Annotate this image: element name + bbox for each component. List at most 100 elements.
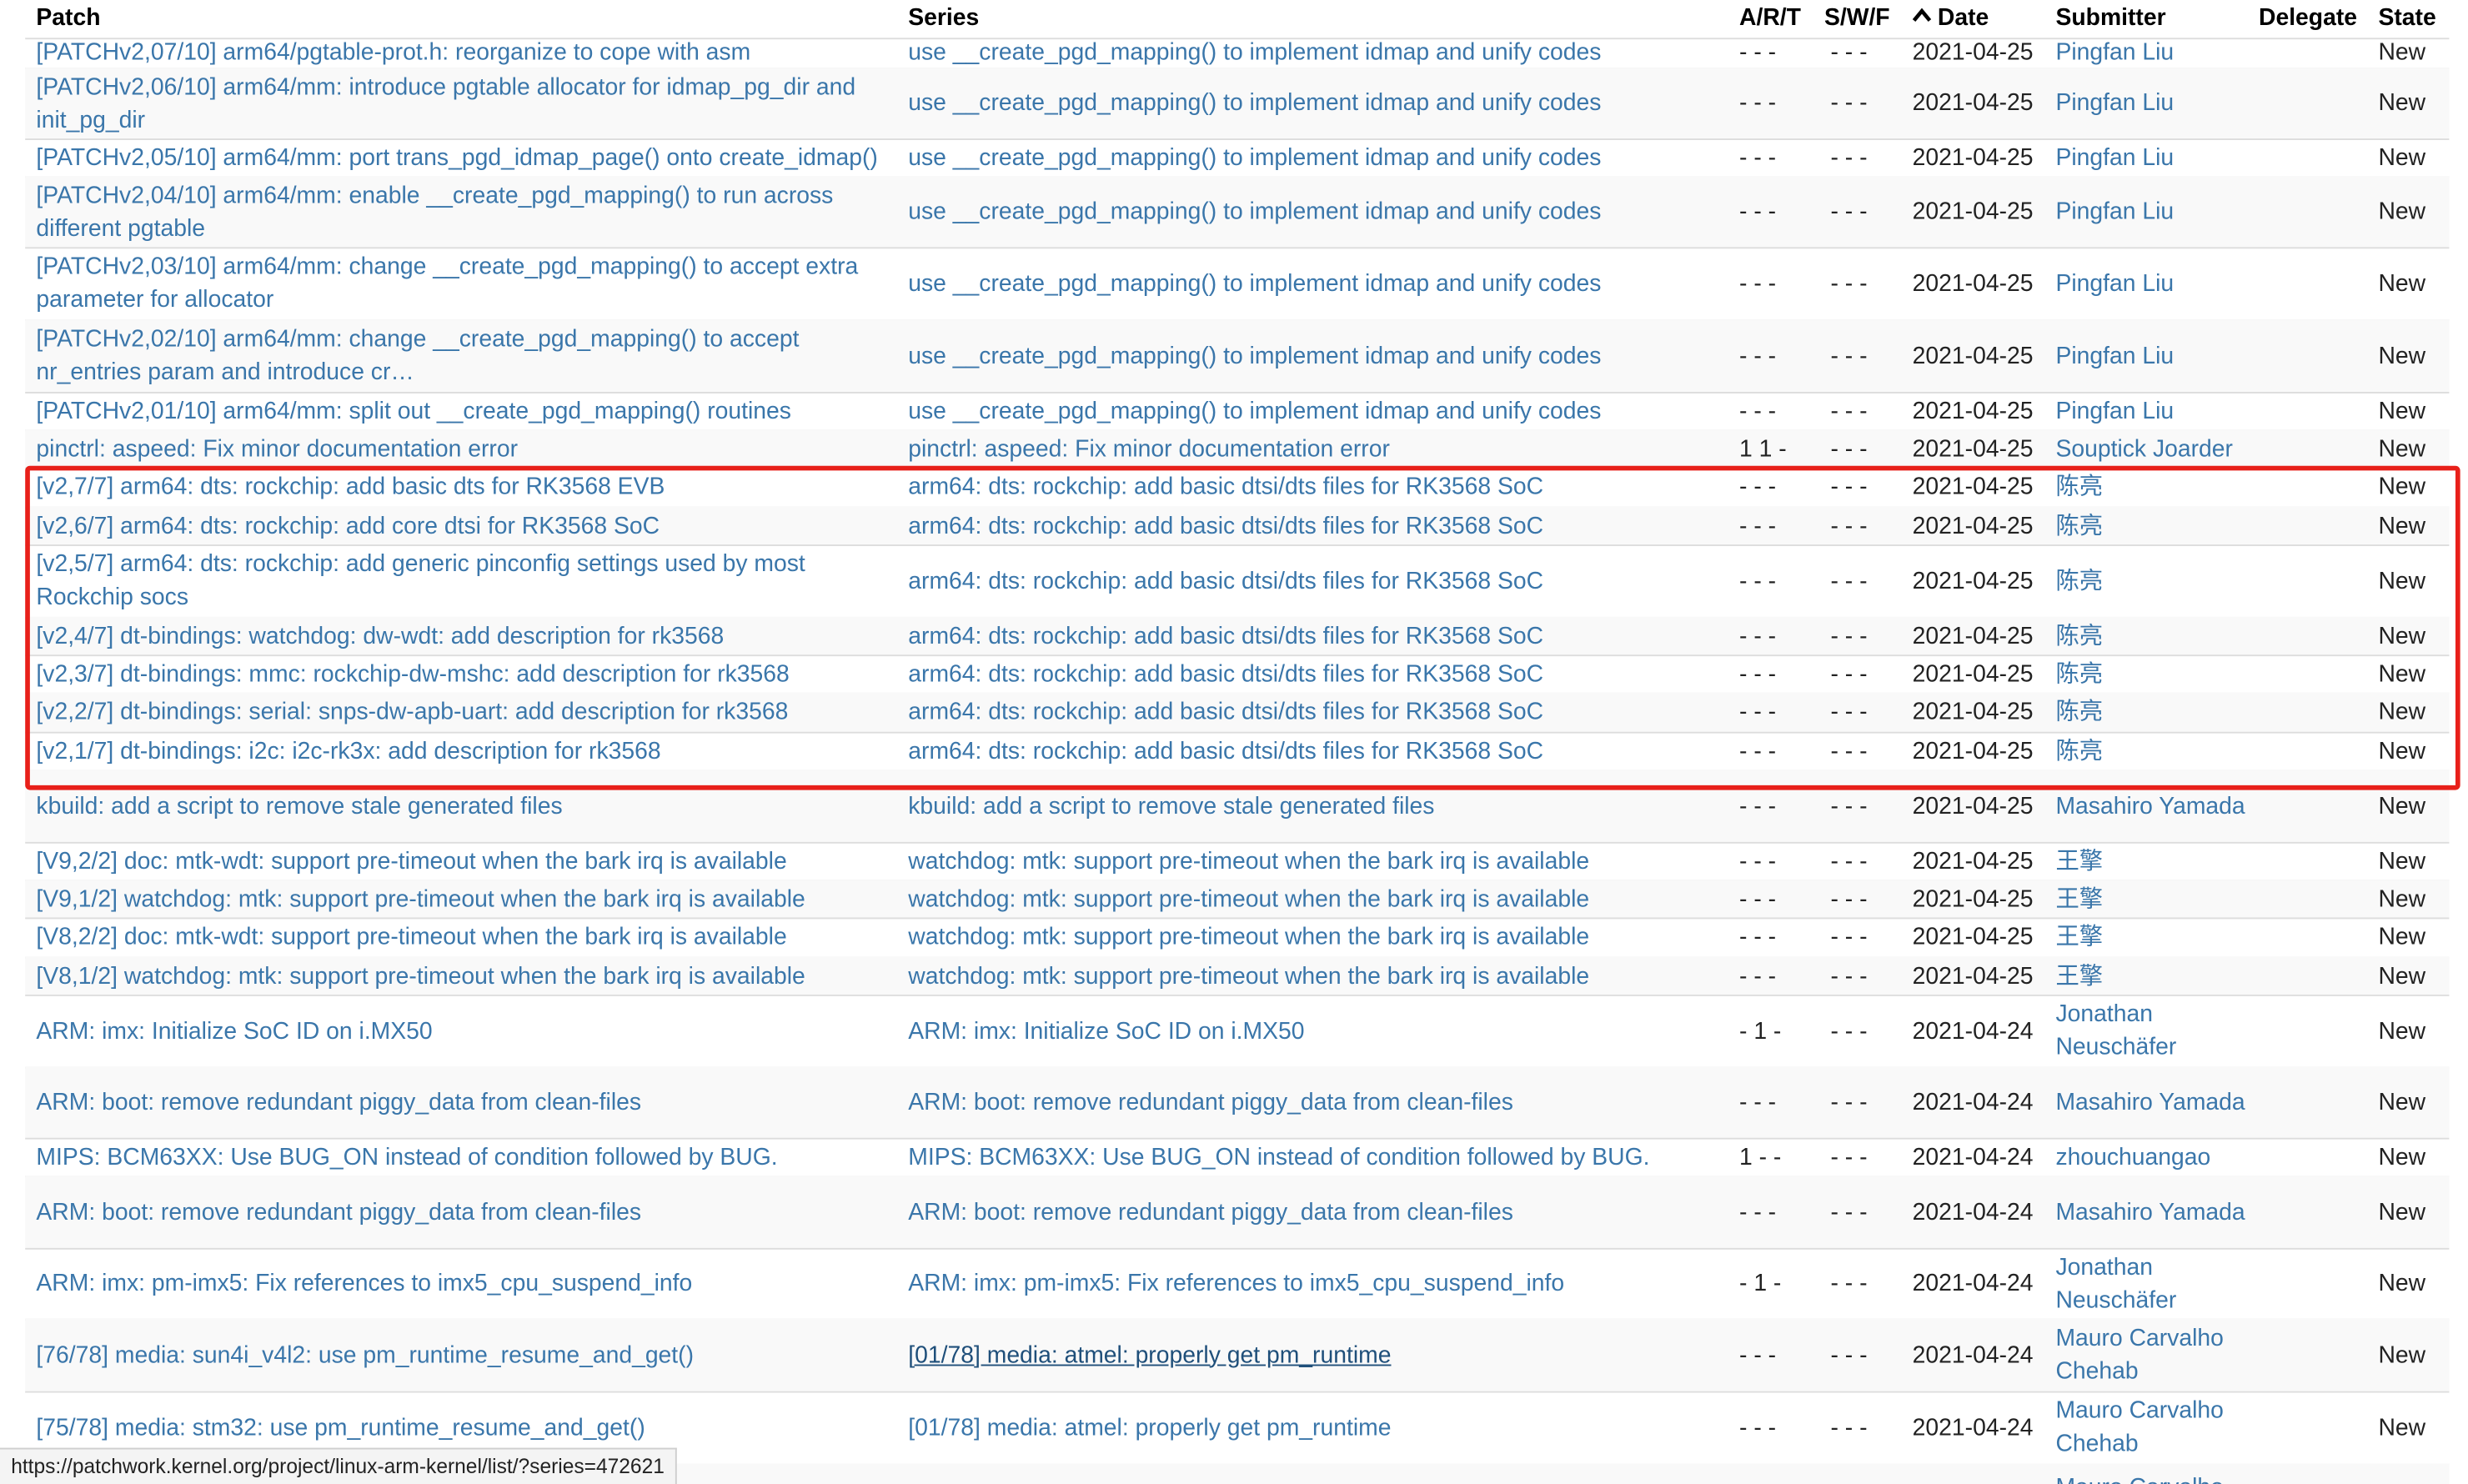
submitter-link[interactable]: Mauro Carvalho [2055,1471,2223,1484]
series-link[interactable]: watchdog: mtk: support pre-timeout when … [908,959,1589,992]
series-link[interactable]: MIPS: BCM63XX: Use BUG_ON instead of con… [908,1141,1649,1174]
submitter-link[interactable]: Masahiro Yamada [2055,790,2245,823]
column-header-date[interactable]: Date [1912,5,1989,32]
patch-link[interactable]: ARM: imx: Initialize SoC ID on i.MX50 [36,1015,432,1048]
series-link[interactable]: [01/78] media: atmel: properly get pm_ru… [908,1338,1391,1371]
table-row: [v2,1/7] dt-bindings: i2c: i2c-rk3x: add… [25,732,2450,771]
patch-link[interactable]: [v2,5/7] arm64: dts: rockchip: add gener… [36,548,878,614]
patch-link[interactable]: [PATCHv2,04/10] arm64/mm: enable __creat… [36,178,878,244]
submitter-link[interactable]: 陈亮 [2055,695,2103,729]
patch-link[interactable]: [v2,3/7] dt-bindings: mmc: rockchip-dw-m… [36,657,789,690]
series-link[interactable]: use __create_pgd_mapping() to implement … [908,141,1601,174]
series-link[interactable]: arm64: dts: rockchip: add basic dtsi/dts… [908,619,1543,653]
patch-link[interactable]: [PATCHv2,01/10] arm64/mm: split out __cr… [36,394,791,428]
art-counts: 1 - - [1739,1143,1782,1171]
patch-link[interactable]: [v2,2/7] dt-bindings: serial: snps-dw-ap… [36,695,788,729]
submitter-link[interactable]: Pingfan Liu [2055,141,2174,174]
series-link[interactable]: pinctrl: aspeed: Fix minor documentation… [908,432,1390,465]
table-row: ARM: imx: Initialize SoC ID on i.MX50 ARM… [25,995,2450,1069]
series-link[interactable]: watchdog: mtk: support pre-timeout when … [908,882,1589,915]
patch-link[interactable]: [v2,6/7] arm64: dts: rockchip: add core … [36,509,660,543]
submitter-link[interactable]: 陈亮 [2055,564,2103,598]
patch-link-cell: [v2,6/7] arm64: dts: rockchip: add core … [36,507,878,544]
submitter-link[interactable]: 王擎 [2055,920,2103,954]
series-link[interactable]: use __create_pgd_mapping() to implement … [908,394,1601,428]
patch-link[interactable]: [V8,2/2] doc: mtk-wdt: support pre-timeo… [36,920,786,954]
column-header-submitter[interactable]: Submitter [2055,5,2165,32]
patch-link[interactable]: kbuild: add a script to remove stale gen… [36,790,562,823]
submitter-link[interactable]: 陈亮 [2055,657,2103,690]
submitter-link[interactable]: Pingfan Liu [2055,195,2174,228]
series-link[interactable]: use __create_pgd_mapping() to implement … [908,339,1601,373]
column-header-swf[interactable]: S/W/F [1824,5,1890,32]
series-link[interactable]: ARM: boot: remove redundant piggy_data f… [908,1085,1513,1119]
submitter-link[interactable]: Jonathan Neuschäfer [2055,998,2260,1064]
patch-link[interactable]: [PATCHv2,03/10] arm64/mm: change __creat… [36,250,878,316]
submitter-link[interactable]: Pingfan Liu [2055,394,2174,428]
patch-link[interactable]: [v2,7/7] arm64: dts: rockchip: add basic… [36,470,665,504]
submitter-link[interactable]: Pingfan Liu [2055,339,2174,373]
column-header-art[interactable]: A/R/T [1739,5,1801,32]
series-link[interactable]: watchdog: mtk: support pre-timeout when … [908,920,1589,954]
submitter-link[interactable]: zhouchuangao [2055,1141,2210,1174]
submitter-link[interactable]: Masahiro Yamada [2055,1085,2245,1119]
state-cell: New [2378,792,2426,820]
series-link[interactable]: use __create_pgd_mapping() to implement … [908,87,1601,120]
submitter-link[interactable]: Pingfan Liu [2055,267,2174,300]
column-header-delegate[interactable]: Delegate [2259,5,2357,32]
patch-link[interactable]: [76/78] media: sun4i_v4l2: use pm_runtim… [36,1338,694,1371]
patch-link[interactable]: [PATCHv2,02/10] arm64/mm: change __creat… [36,323,878,389]
table-row: [V8,2/2] doc: mtk-wdt: support pre-timeo… [25,917,2450,959]
series-link[interactable]: arm64: dts: rockchip: add basic dtsi/dts… [908,734,1543,768]
submitter-link[interactable]: Pingfan Liu [2055,87,2174,120]
patch-link[interactable]: ARM: imx: pm-imx5: Fix references to imx… [36,1267,692,1301]
series-link[interactable]: ARM: imx: Initialize SoC ID on i.MX50 [908,1015,1304,1048]
patch-link[interactable]: [PATCHv2,07/10] arm64/pgtable-prot.h: re… [36,38,750,68]
series-link[interactable]: ARM: boot: remove redundant piggy_data f… [908,1196,1513,1229]
submitter-link[interactable]: Mauro Carvalho Chehab [2055,1322,2260,1388]
series-link[interactable]: arm64: dts: rockchip: add basic dtsi/dts… [908,657,1543,690]
patch-link[interactable]: MIPS: BCM63XX: Use BUG_ON instead of con… [36,1141,777,1174]
submitter-link[interactable]: 陈亮 [2055,619,2103,653]
submitter-link[interactable]: 陈亮 [2055,470,2103,504]
patch-link[interactable]: [PATCHv2,05/10] arm64/mm: port trans_pgd… [36,141,877,174]
series-link[interactable]: use __create_pgd_mapping() to implement … [908,195,1601,228]
series-link[interactable]: arm64: dts: rockchip: add basic dtsi/dts… [908,564,1543,598]
submitter-link[interactable]: Mauro Carvalho Chehab [2055,1394,2260,1460]
patch-link[interactable]: [PATCHv2,06/10] arm64/mm: introduce pgta… [36,70,878,136]
submitter-link[interactable]: Jonathan Neuschäfer [2055,1251,2260,1316]
patch-link[interactable]: [V9,1/2] watchdog: mtk: support pre-time… [36,882,805,915]
patch-link[interactable]: [V9,2/2] doc: mtk-wdt: support pre-timeo… [36,845,786,878]
patch-link[interactable]: [V8,1/2] watchdog: mtk: support pre-time… [36,959,805,992]
series-link[interactable]: use __create_pgd_mapping() to implement … [908,38,1601,68]
submitter-link[interactable]: 陈亮 [2055,509,2103,543]
submitter-link[interactable]: Masahiro Yamada [2055,1196,2245,1229]
submitter-link[interactable]: 王擎 [2055,845,2103,878]
state-cell-cell: New [2378,654,2449,692]
series-link-cell: use __create_pgd_mapping() to implement … [908,319,1734,392]
submitter-link[interactable]: Pingfan Liu [2055,38,2174,68]
submitter-link[interactable]: 陈亮 [2055,734,2103,768]
column-header-state[interactable]: State [2378,5,2435,32]
series-link[interactable]: arm64: dts: rockchip: add basic dtsi/dts… [908,695,1543,729]
series-link[interactable]: arm64: dts: rockchip: add basic dtsi/dts… [908,470,1543,504]
column-header-series[interactable]: Series [908,5,979,32]
submitter-link[interactable]: 王擎 [2055,959,2103,992]
series-link[interactable]: arm64: dts: rockchip: add basic dtsi/dts… [908,509,1543,543]
patch-link[interactable]: [v2,1/7] dt-bindings: i2c: i2c-rk3x: add… [36,734,660,768]
date-cell: 2021-04-25 [1912,397,2034,424]
column-header-patch[interactable]: Patch [36,5,100,32]
submitter-link[interactable]: Souptick Joarder [2055,432,2232,465]
series-link[interactable]: watchdog: mtk: support pre-timeout when … [908,845,1589,878]
series-link[interactable]: kbuild: add a script to remove stale gen… [908,790,1434,823]
series-link[interactable]: use __create_pgd_mapping() to implement … [908,267,1601,300]
submitter-link[interactable]: 王擎 [2055,882,2103,915]
patch-link[interactable]: [75/78] media: stm32: use pm_runtime_res… [36,1411,645,1444]
patch-link[interactable]: ARM: boot: remove redundant piggy_data f… [36,1085,641,1119]
patch-link[interactable]: [v2,4/7] dt-bindings: watchdog: dw-wdt: … [36,619,724,653]
patch-link[interactable]: ARM: boot: remove redundant piggy_data f… [36,1196,641,1229]
series-link[interactable]: [01/78] media: atmel: properly get pm_ru… [908,1411,1391,1444]
series-link[interactable]: ARM: imx: pm-imx5: Fix references to imx… [908,1267,1564,1301]
series-link-cell: ARM: imx: Initialize SoC ID on i.MX50 [908,995,1734,1067]
patch-link[interactable]: pinctrl: aspeed: Fix minor documentation… [36,432,518,465]
